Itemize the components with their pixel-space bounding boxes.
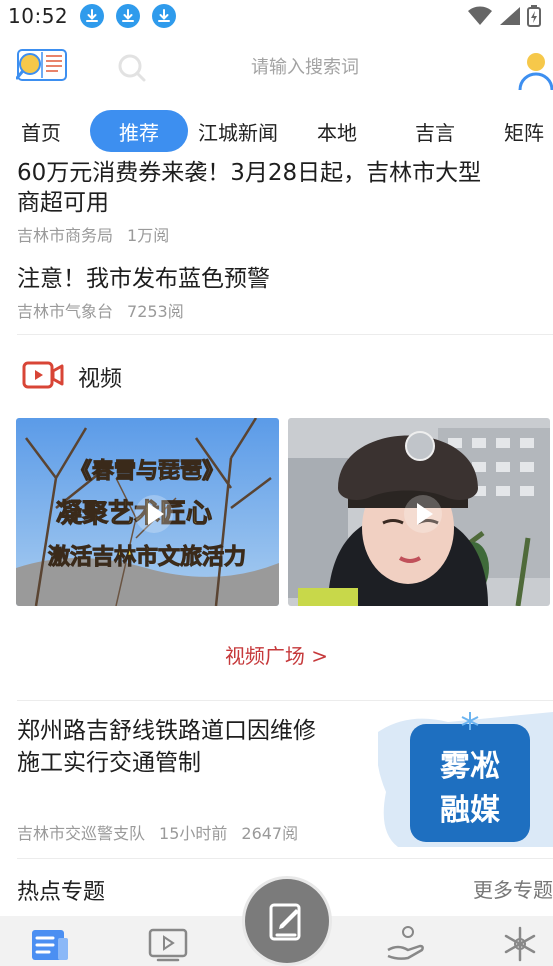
news-source: 吉林市商务局 (17, 226, 114, 245)
logo-text-line: 雾凇 (440, 749, 500, 784)
divider (17, 858, 553, 859)
tab-jiyan[interactable]: 吉言 (404, 110, 466, 152)
news-item[interactable]: 注意！我市发布蓝色预警 吉林市气象台 7253阅 (17, 264, 547, 322)
search-icon[interactable] (116, 52, 148, 84)
search-input[interactable] (160, 50, 450, 84)
video-section-label: 视频 (78, 367, 123, 392)
tab-city-news[interactable]: 江城新闻 (192, 110, 284, 152)
nav-snowflake-icon[interactable] (498, 920, 542, 964)
download-notification-icon (116, 4, 141, 28)
news-title: 注意！我市发布蓝色预警 (17, 266, 270, 292)
news-meta: 吉林市交巡警支队 15小时前 2647阅 (17, 820, 367, 844)
play-icon[interactable] (134, 494, 174, 534)
news-title-line: 郑州路吉舒线铁路道口因维修 (17, 718, 316, 744)
thumbnail-caption-line: 激活吉林市文旅活力 (48, 544, 246, 570)
news-reads: 1万阅 (127, 226, 170, 245)
tab-local[interactable]: 本地 (306, 110, 368, 152)
compose-icon (269, 903, 301, 941)
news-time: 15小时前 (159, 824, 228, 843)
hot-topics-title: 热点专题 (17, 880, 106, 905)
status-time: 10:52 (8, 4, 69, 28)
nav-news-icon[interactable] (28, 920, 72, 964)
news-thumbnail[interactable]: 雾凇 融媒 (378, 712, 553, 847)
news-item[interactable]: 郑州路吉舒线铁路道口因维修 施工实行交通管制 (17, 716, 367, 778)
status-bar: 10:52 (0, 0, 553, 32)
newspaper-logo-button[interactable] (15, 46, 68, 86)
video-thumbnail[interactable]: 《春雪与琵琶》 凝聚艺术匠心 激活吉林市文旅活力 (16, 418, 279, 606)
video-icon (22, 360, 64, 394)
user-avatar-icon[interactable] (518, 48, 553, 92)
nav-video-icon[interactable] (146, 920, 190, 964)
nav-service-icon[interactable] (384, 920, 428, 964)
news-title-line: 施工实行交通管制 (17, 750, 201, 776)
video-section-header[interactable]: 视频 (22, 360, 122, 394)
news-meta-row: 吉林市交巡警支队 15小时前 2647阅 (17, 820, 367, 844)
play-icon[interactable] (403, 494, 443, 534)
download-notification-icon (152, 4, 177, 28)
signal-icon (499, 6, 521, 30)
news-reads: 2647阅 (241, 824, 299, 843)
news-meta: 吉林市气象台 7253阅 (17, 298, 547, 322)
wusong-media-logo: 雾凇 融媒 (378, 712, 553, 847)
compose-button[interactable] (242, 876, 332, 966)
channel-tabs: 首页 推荐 江城新闻 本地 吉言 矩阵 (0, 106, 553, 156)
video-square-link[interactable]: 视频广场 > (0, 640, 553, 669)
battery-icon (527, 5, 541, 31)
news-source: 吉林市交巡警支队 (17, 824, 146, 843)
tab-matrix[interactable]: 矩阵 (504, 110, 553, 152)
tab-recommend[interactable]: 推荐 (90, 110, 188, 152)
news-title-line: 60万元消费券来袭！3月28日起，吉林市大型 (17, 160, 482, 186)
tab-home[interactable]: 首页 (10, 110, 72, 152)
divider (17, 334, 553, 335)
news-source: 吉林市气象台 (17, 302, 114, 321)
divider (17, 700, 553, 701)
thumbnail-caption-line: 《春雪与琵琶》 (70, 459, 224, 484)
news-item[interactable]: 60万元消费券来袭！3月28日起，吉林市大型 商超可用 吉林市商务局 1万阅 (17, 158, 547, 246)
news-reads: 7253阅 (127, 302, 184, 321)
news-title-line: 商超可用 (17, 190, 109, 216)
app-header (0, 40, 553, 96)
download-notification-icon (80, 4, 105, 28)
wifi-icon (467, 6, 493, 30)
more-topics-link[interactable]: 更多专题 (473, 874, 553, 903)
video-thumbnail[interactable] (288, 418, 550, 606)
logo-text-line: 融媒 (440, 793, 501, 828)
news-meta: 吉林市商务局 1万阅 (17, 222, 547, 246)
